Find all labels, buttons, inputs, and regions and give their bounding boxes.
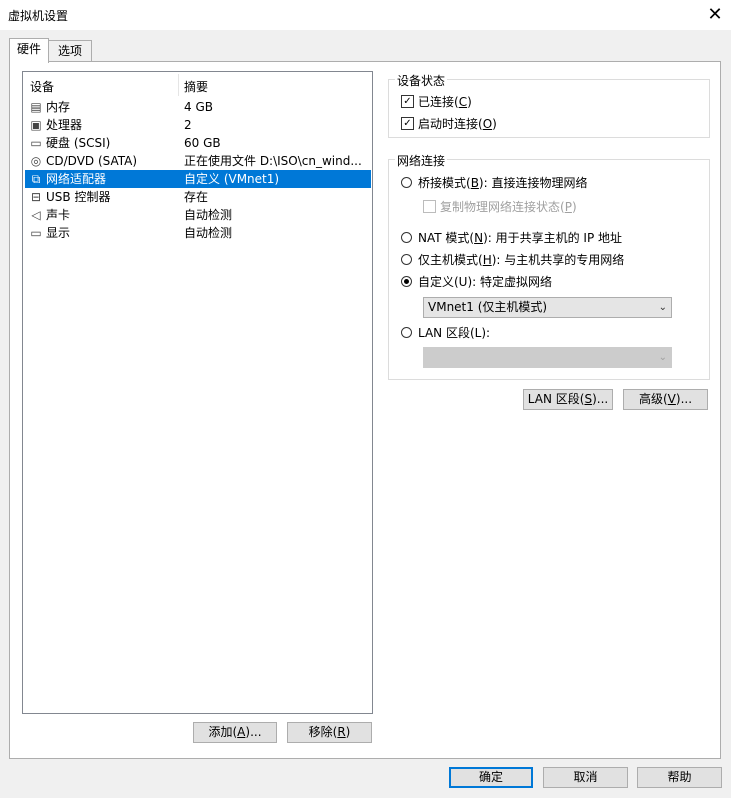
column-header-device[interactable]: 设备: [30, 78, 54, 96]
connected-label[interactable]: 已连接(C): [418, 93, 472, 110]
device-summary: 自动检测: [184, 226, 233, 240]
help-button[interactable]: 帮助: [637, 767, 722, 788]
device-list[interactable]: 设备 摘要 ▤ 内存 4 GB ▣ 处理器 2 ▭ 硬盘 (SCSI) 60 G…: [22, 71, 373, 714]
device-row-harddisk[interactable]: ▭ 硬盘 (SCSI) 60 GB: [25, 134, 371, 152]
sound-card-icon: ◁: [31, 208, 41, 222]
device-name: CD/DVD (SATA): [46, 154, 138, 168]
tab-hardware[interactable]: 硬件: [9, 38, 49, 63]
connect-at-power-on-checkbox[interactable]: ✓: [401, 117, 414, 130]
device-summary: 正在使用文件 D:\ISO\cn_wind...: [184, 154, 362, 168]
usb-icon: ⊟: [30, 190, 42, 204]
device-name: 硬盘 (SCSI): [46, 136, 111, 150]
host-only-radio[interactable]: [401, 254, 412, 265]
device-summary: 自动检测: [184, 208, 233, 222]
remove-device-button[interactable]: 移除(R): [287, 722, 372, 743]
nat-radio[interactable]: [401, 232, 412, 243]
processor-icon: ▣: [30, 118, 42, 132]
device-row-display[interactable]: ▭ 显示 自动检测: [25, 224, 371, 242]
device-name: USB 控制器: [46, 190, 111, 204]
connect-at-power-on-label[interactable]: 启动时连接(O): [418, 115, 497, 132]
window-title: 虚拟机设置: [8, 9, 69, 23]
lan-segment-select[interactable]: ⌄: [423, 347, 672, 368]
device-row-usb-controller[interactable]: ⊟ USB 控制器 存在: [25, 188, 371, 206]
device-name: 网络适配器: [46, 172, 107, 186]
custom-label[interactable]: 自定义(U): 特定虚拟网络: [418, 273, 552, 290]
advanced-button[interactable]: 高级(V)...: [623, 389, 708, 410]
device-row-network-adapter[interactable]: ⧉ 网络适配器 自定义 (VMnet1): [25, 170, 371, 188]
device-name: 处理器: [46, 118, 83, 132]
device-name: 内存: [46, 100, 71, 114]
title-bar: 虚拟机设置 ✕: [0, 0, 731, 30]
nat-label[interactable]: NAT 模式(N): 用于共享主机的 IP 地址: [418, 229, 622, 246]
replicate-state-checkbox[interactable]: [423, 200, 436, 213]
column-separator[interactable]: [178, 74, 179, 96]
device-row-memory[interactable]: ▤ 内存 4 GB: [25, 98, 371, 116]
device-row-cd-dvd[interactable]: ◎ CD/DVD (SATA) 正在使用文件 D:\ISO\cn_wind...: [25, 152, 371, 170]
harddisk-icon: ▭: [30, 136, 42, 150]
device-summary: 2: [184, 118, 192, 132]
memory-icon: ▤: [30, 100, 42, 114]
bridged-radio[interactable]: [401, 177, 412, 188]
device-status-title: 设备状态: [395, 72, 448, 89]
device-summary: 60 GB: [184, 136, 221, 150]
custom-network-value: VMnet1 (仅主机模式): [428, 300, 548, 314]
lan-segments-button[interactable]: LAN 区段(S)...: [523, 389, 613, 410]
tab-options[interactable]: 选项: [48, 40, 92, 63]
custom-radio[interactable]: [401, 276, 412, 287]
host-only-label[interactable]: 仅主机模式(H): 与主机共享的专用网络: [418, 251, 624, 268]
device-summary: 自定义 (VMnet1): [184, 172, 280, 186]
add-device-button[interactable]: 添加(A)...: [193, 722, 277, 743]
ok-button[interactable]: 确定: [449, 767, 533, 788]
radio-selected-dot: [404, 279, 409, 284]
replicate-state-label[interactable]: 复制物理网络连接状态(P): [440, 198, 577, 215]
custom-network-select[interactable]: VMnet1 (仅主机模式) ⌄: [423, 297, 672, 318]
device-row-processor[interactable]: ▣ 处理器 2: [25, 116, 371, 134]
lan-segment-radio[interactable]: [401, 327, 412, 338]
cancel-button[interactable]: 取消: [543, 767, 628, 788]
column-header-summary[interactable]: 摘要: [184, 78, 208, 96]
connected-checkbox[interactable]: ✓: [401, 95, 414, 108]
cd-dvd-icon: ◎: [30, 154, 42, 168]
close-icon[interactable]: ✕: [703, 3, 727, 27]
device-row-sound-card[interactable]: ◁ 声卡 自动检测: [25, 206, 371, 224]
network-connection-title: 网络连接: [395, 152, 448, 169]
lan-segment-label[interactable]: LAN 区段(L):: [418, 324, 490, 341]
device-summary: 4 GB: [184, 100, 213, 114]
bridged-label[interactable]: 桥接模式(B): 直接连接物理网络: [418, 174, 587, 191]
chevron-down-icon: ⌄: [658, 352, 667, 363]
chevron-down-icon: ⌄: [658, 302, 667, 313]
device-name: 声卡: [46, 208, 71, 222]
device-summary: 存在: [184, 190, 209, 204]
device-name: 显示: [46, 226, 71, 240]
network-adapter-icon: ⧉: [31, 172, 41, 186]
display-icon: ▭: [30, 226, 42, 240]
